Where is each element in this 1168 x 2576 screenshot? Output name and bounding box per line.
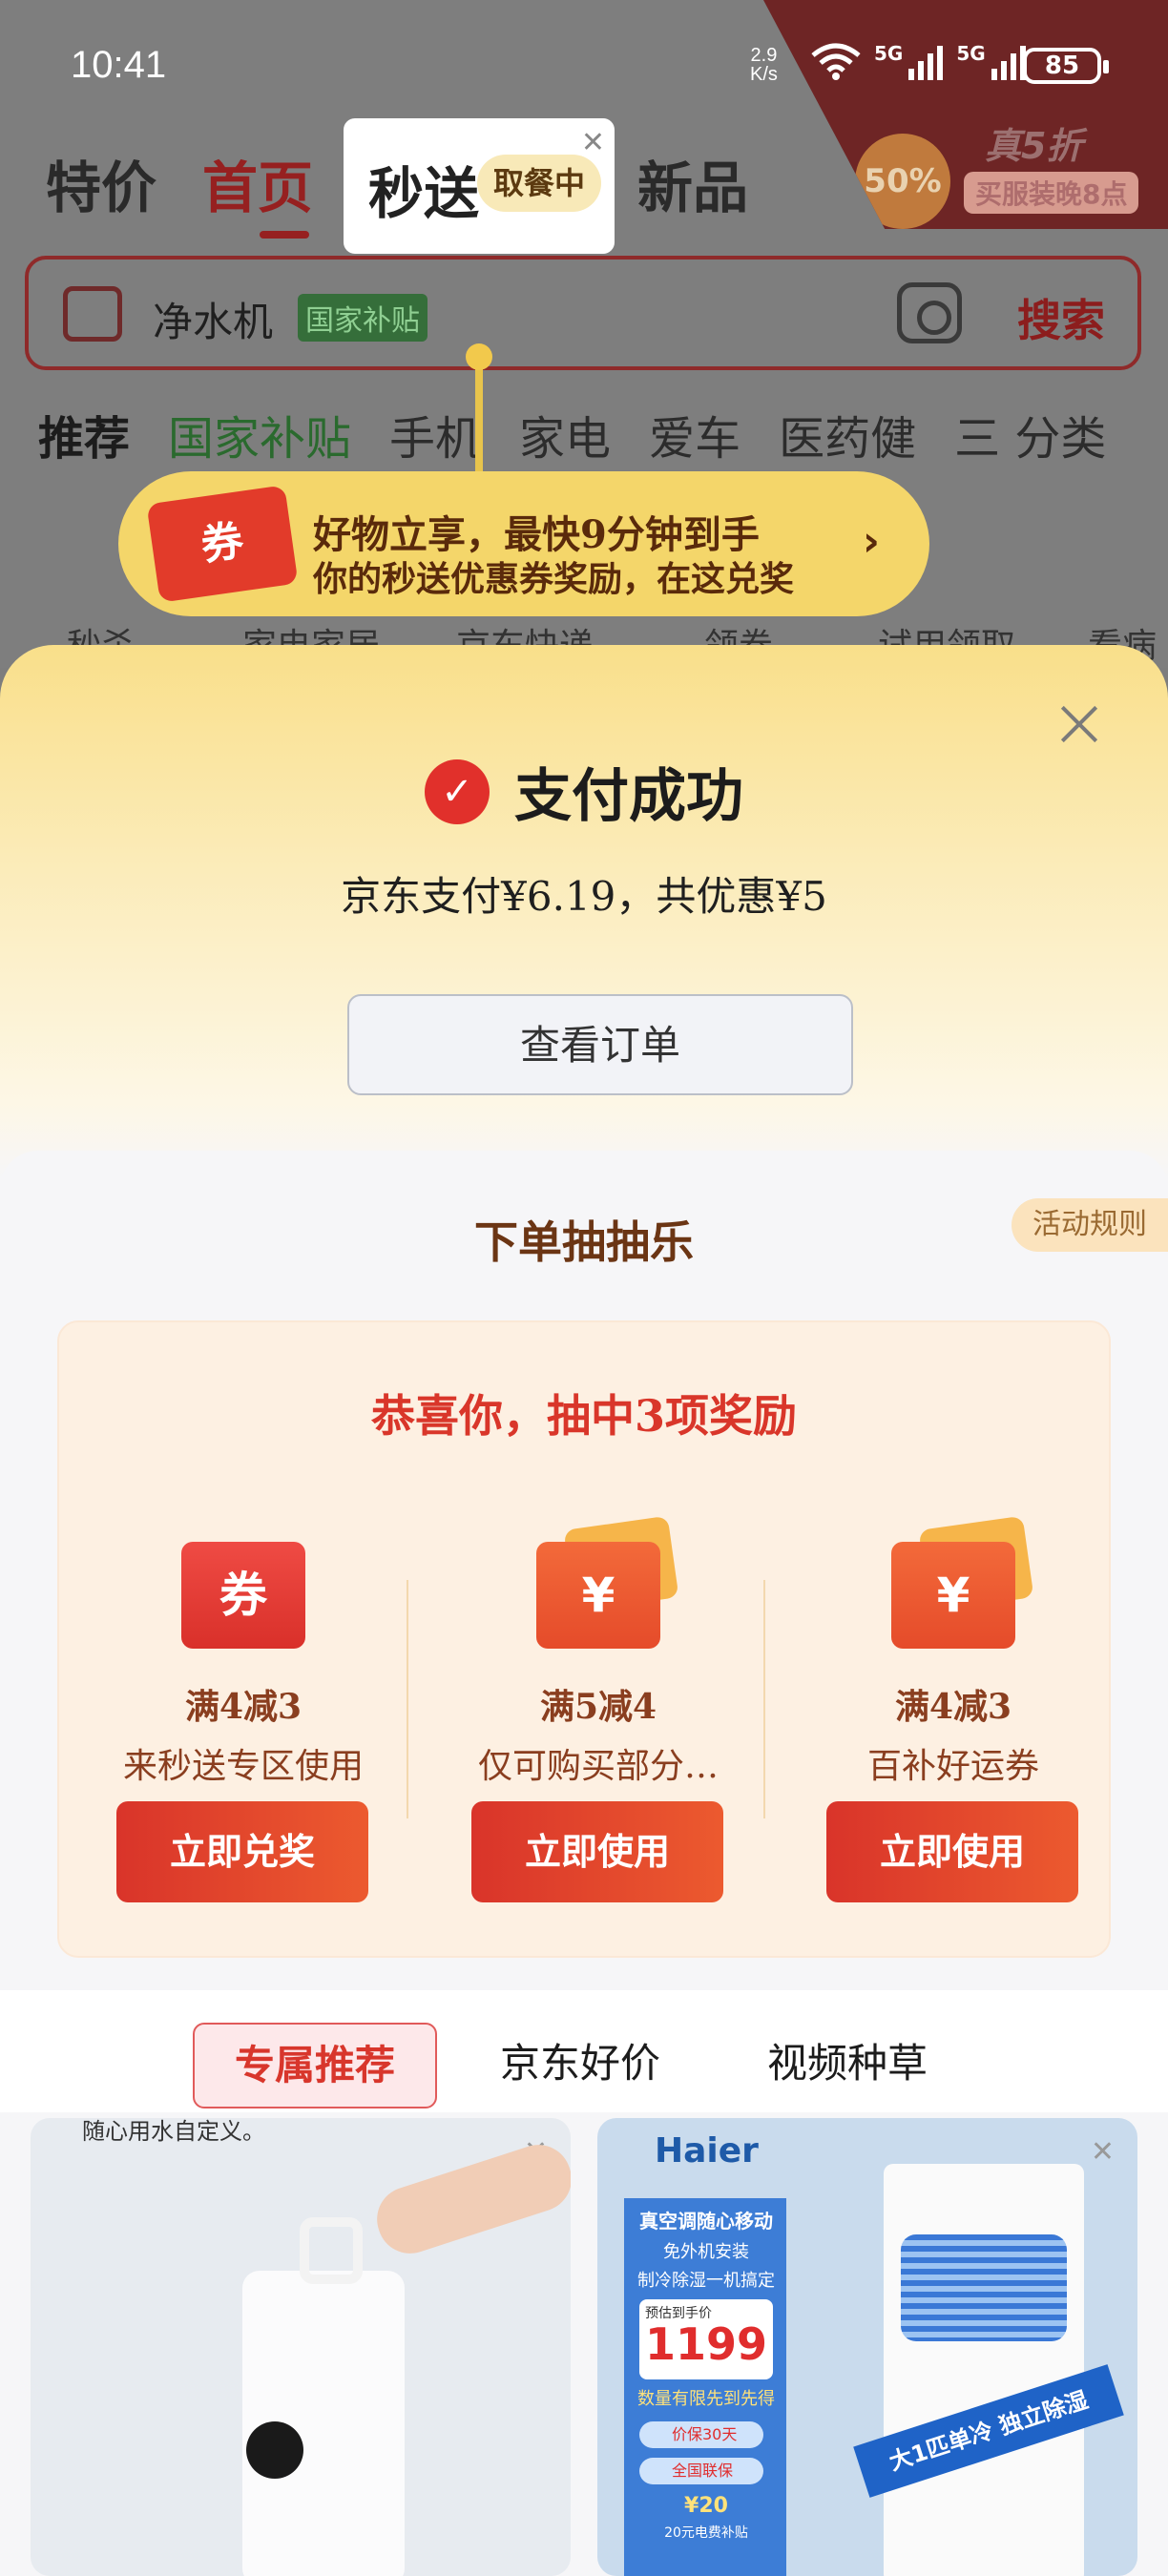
dispenser-handle	[300, 2217, 363, 2284]
search-bar[interactable]: 净水机 国家补贴 搜索	[25, 256, 1141, 370]
wifi-icon	[811, 43, 861, 80]
congrats-text: 恭喜你，抽中3项奖励	[370, 1390, 797, 1442]
signal-label: 5G	[874, 42, 904, 65]
lottery-title: 下单抽抽乐	[474, 1216, 694, 1268]
close-icon[interactable]: ✕	[1091, 2135, 1115, 2169]
gift-note: 20元电费补贴	[664, 2525, 748, 2541]
product-image-arm	[368, 2136, 571, 2262]
signal-icon: 5G	[874, 42, 944, 80]
yuan-coupon-glyph: ¥	[536, 1542, 660, 1649]
panel-point: 制冷除湿一机搞定	[637, 2271, 775, 2291]
prize-desc: 仅可购买部分…	[477, 1747, 719, 1786]
search-button[interactable]: 搜索	[1017, 286, 1105, 349]
payment-status: ✓ 支付成功	[0, 750, 1168, 833]
tab-deals[interactable]: 特价	[46, 143, 156, 223]
category-more[interactable]: 三 分类	[954, 401, 1106, 467]
feed-tabs: 专属推荐 京东好价 视频种草	[0, 1990, 1168, 2112]
prize-box: 恭喜你，抽中3项奖励 券 满4减3 来秒送专区使用 立即兑奖 ¥ 满5减4 仅可…	[57, 1320, 1111, 1958]
order-status-pill: 取餐中	[477, 155, 601, 212]
prize-divider	[407, 1580, 408, 1818]
net-speed: 2.9 K/s	[750, 46, 778, 84]
net-speed-value: 2.9	[750, 45, 778, 66]
guarantee-item: 全国联保	[639, 2458, 763, 2484]
close-icon[interactable]: ✕	[581, 126, 605, 159]
status-bar: 10:41 2.9 K/s 5G 5G 85	[0, 0, 1168, 134]
category-medicine[interactable]: 医药健	[779, 401, 916, 467]
prize-condition: 满4减3	[184, 1687, 302, 1727]
tab-new[interactable]: 新品	[637, 143, 748, 223]
price-note: 数量有限先到先得	[637, 2389, 775, 2409]
promo-subtitle: 买服装晚8点	[964, 172, 1139, 214]
use-now-button[interactable]: 立即使用	[826, 1801, 1078, 1902]
banner-pin-dot	[466, 343, 492, 370]
category-subsidy[interactable]: 国家补贴	[168, 401, 351, 467]
category-tabs: 推荐 国家补贴 手机 家电 爱车 医药健 三 分类	[38, 401, 1106, 467]
coupon-icon: 券	[181, 1519, 305, 1652]
chevron-right-icon: ›	[862, 517, 880, 566]
check-icon: ✓	[425, 758, 490, 824]
scan-icon[interactable]	[63, 286, 122, 342]
yuan-coupon-icon: ¥	[536, 1515, 679, 1652]
tab-instant-delivery[interactable]: 秒送 取餐中 ✕	[344, 118, 615, 254]
instant-delivery-label: 秒送	[368, 161, 480, 226]
payment-summary: 京东支付¥6.19，共优惠¥5	[341, 873, 827, 920]
coupon-icon-glyph: 券	[181, 1542, 305, 1649]
yuan-coupon-glyph: ¥	[891, 1542, 1015, 1649]
battery-icon: 85	[1023, 48, 1109, 84]
use-now-button[interactable]: 立即使用	[471, 1801, 723, 1902]
category-phone[interactable]: 手机	[389, 401, 481, 467]
prize-item: ¥ 满4减3 百补好运券 立即使用	[802, 1515, 1105, 1939]
subsidy-tag: 国家补贴	[298, 294, 428, 342]
prize-condition: 满5减4	[539, 1687, 657, 1727]
close-icon[interactable]	[1055, 700, 1103, 748]
price-label: 预估到手价	[645, 2306, 712, 2321]
lottery-section: 下单抽抽乐 活动规则 恭喜你，抽中3项奖励 券 满4减3 来秒送专区使用 立即兑…	[0, 1151, 1168, 2002]
tab-exclusive[interactable]: 专属推荐	[193, 2023, 437, 2109]
status-icons: 5G 5G	[811, 42, 1026, 80]
status-time: 10:41	[71, 44, 167, 86]
product-card[interactable]: Haier ✕ 真空调随心移动 免外机安装 制冷除湿一机搞定 1199 预估到手…	[597, 2118, 1137, 2576]
tab-home[interactable]: 首页	[202, 143, 313, 239]
coupon-reward-banner[interactable]: 券 好物立享，最快9分钟到手 你的秒送优惠券奖励，在这兑奖 ›	[118, 471, 929, 616]
panel-point: 免外机安装	[663, 2242, 749, 2262]
prize-desc: 来秒送专区使用	[122, 1747, 364, 1786]
tab-video[interactable]: 视频种草	[767, 2023, 928, 2109]
prize-divider	[763, 1580, 765, 1818]
dispenser-display	[246, 2421, 303, 2479]
category-car[interactable]: 爱车	[649, 401, 740, 467]
category-recommend[interactable]: 推荐	[38, 401, 130, 467]
tab-good-price[interactable]: 京东好价	[500, 2023, 660, 2109]
panel-headline: 真空调随心移动	[639, 2210, 773, 2233]
category-appliance[interactable]: 家电	[519, 401, 611, 467]
product-caption: 随心用水自定义。	[82, 2118, 265, 2145]
signal-icon: 5G	[956, 42, 1026, 80]
air-conditioner-grill	[901, 2234, 1067, 2341]
prize-item: 券 满4减3 来秒送专区使用 立即兑奖	[92, 1519, 395, 1939]
search-keyword: 净水机	[153, 299, 274, 345]
coupon-icon: 券	[146, 485, 299, 603]
product-feed: 随心用水自定义。 ✕ Haier ✕ 真空调随心移动 免外机安装 制冷除湿一机搞…	[0, 2118, 1168, 2576]
gift-amount: ¥20	[684, 2494, 728, 2518]
prize-desc: 百补好运券	[866, 1747, 1039, 1786]
view-order-button[interactable]: 查看订单	[347, 994, 853, 1095]
camera-icon[interactable]	[897, 282, 962, 343]
yuan-coupon-icon: ¥	[891, 1515, 1034, 1652]
redeem-button[interactable]: 立即兑奖	[116, 1801, 368, 1902]
guarantee-item: 价保30天	[639, 2421, 763, 2448]
signal-label: 5G	[956, 42, 986, 65]
product-card[interactable]: 随心用水自定义。 ✕	[31, 2118, 571, 2576]
banner-line2: 你的秒送优惠券奖励，在这兑奖	[313, 559, 795, 599]
rules-button[interactable]: 活动规则	[1012, 1198, 1168, 1252]
net-speed-unit: K/s	[750, 64, 778, 85]
air-conditioner-image	[884, 2164, 1084, 2576]
prize-item: ¥ 满5减4 仅可购买部分… 立即使用	[447, 1515, 750, 1939]
payment-title: 支付成功	[514, 763, 743, 830]
prize-condition: 满4减3	[894, 1687, 1012, 1727]
banner-pin-line	[475, 357, 483, 471]
brand-logo: Haier	[655, 2131, 759, 2171]
screen: 50% 真5折 买服装晚8点 10:41 2.9 K/s 5G 5G 85 特价…	[0, 0, 1168, 2576]
payment-success-sheet: ✓ 支付成功 京东支付¥6.19，共优惠¥5 查看订单 下单抽抽乐 活动规则 恭喜…	[0, 645, 1168, 2576]
